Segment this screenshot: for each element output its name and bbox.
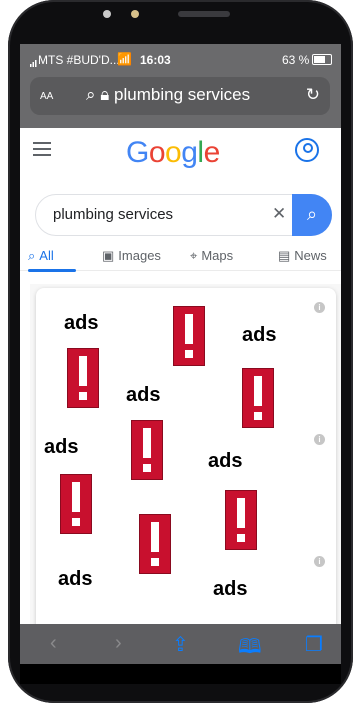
search-button[interactable]: ⌕ (292, 194, 332, 236)
search-icon: ⌕ (306, 204, 318, 224)
battery-icon (312, 54, 332, 65)
search-tabs: ⌕ All ▣ Images ⌖ Maps ▤ News (20, 240, 341, 272)
ad-label: ads (58, 568, 93, 590)
address-bar[interactable]: AA ⌕ 🔒︎ plumbing services ↻ (30, 77, 330, 115)
account-icon[interactable] (295, 138, 319, 162)
tab-all[interactable]: ⌕ All (28, 248, 76, 272)
address-text[interactable]: ⌕ 🔒︎ plumbing services (86, 85, 250, 105)
browser-toolbar: ‹ › ⇪ 🕮︎ ❐ (20, 624, 341, 664)
warning-icon (242, 368, 274, 428)
warning-icon (139, 514, 171, 574)
search-input[interactable]: plumbing services ✕ ⌕ (35, 194, 332, 236)
maps-icon: ⌖ (190, 248, 198, 263)
wifi-icon: 📶 (117, 52, 132, 66)
signal-icon (30, 56, 38, 70)
sensor-dot (131, 10, 139, 18)
clear-icon[interactable]: ✕ (272, 204, 286, 224)
address-query: plumbing services (114, 85, 251, 104)
warning-icon (225, 490, 257, 550)
carrier-name: MTS #BUD'D... (38, 53, 120, 67)
home-indicator-area (20, 664, 341, 684)
forward-icon[interactable]: › (115, 632, 122, 655)
ad-label: ads (213, 578, 248, 600)
tab-news[interactable]: ▤ News (278, 248, 327, 264)
images-icon: ▣ (102, 248, 115, 263)
warning-icon (173, 306, 205, 366)
ad-label: ads (44, 436, 79, 458)
info-icon[interactable]: i (314, 302, 325, 313)
tabs-icon[interactable]: ❐ (305, 632, 323, 657)
news-icon: ▤ (278, 248, 291, 263)
warning-icon (131, 420, 163, 480)
battery-percent: 63 % (282, 53, 310, 67)
status-bar: MTS #BUD'D... 📶 16:03 63 % (20, 44, 341, 74)
menu-icon[interactable] (33, 142, 51, 156)
search-icon: ⌕ (28, 248, 36, 263)
results-area: i i i ads ads ads ads ads ads ads (30, 284, 341, 658)
ad-label: ads (208, 450, 243, 472)
warning-icon (60, 474, 92, 534)
ad-label: ads (242, 324, 277, 346)
info-icon[interactable]: i (314, 556, 325, 567)
bookmarks-icon[interactable]: 🕮︎ (238, 632, 262, 664)
phone-screen: MTS #BUD'D... 📶 16:03 63 % AA ⌕ 🔒︎ plumb… (20, 44, 341, 664)
ads-card[interactable]: i i i ads ads ads ads ads ads ads (36, 288, 336, 658)
ad-label: ads (64, 312, 99, 334)
warning-icon (67, 348, 99, 408)
tab-maps[interactable]: ⌖ Maps (190, 248, 233, 264)
earpiece-speaker (178, 11, 230, 17)
ad-label: ads (126, 384, 161, 406)
search-query-text: plumbing services (53, 206, 174, 223)
text-size-button[interactable]: AA (40, 87, 53, 102)
reload-icon[interactable]: ↻ (306, 85, 320, 105)
lock-icon: 🔒︎ (100, 85, 110, 104)
tab-images[interactable]: ▣ Images (102, 248, 161, 264)
back-icon[interactable]: ‹ (50, 632, 57, 655)
info-icon[interactable]: i (314, 434, 325, 445)
browser-chrome-top: MTS #BUD'D... 📶 16:03 63 % AA ⌕ 🔒︎ plumb… (20, 44, 341, 128)
search-icon: ⌕ (86, 85, 96, 104)
google-header: Google (20, 128, 341, 188)
status-time: 16:03 (140, 53, 171, 67)
google-logo[interactable]: Google (126, 136, 220, 170)
camera-dot (103, 10, 111, 18)
share-icon[interactable]: ⇪ (172, 632, 189, 657)
